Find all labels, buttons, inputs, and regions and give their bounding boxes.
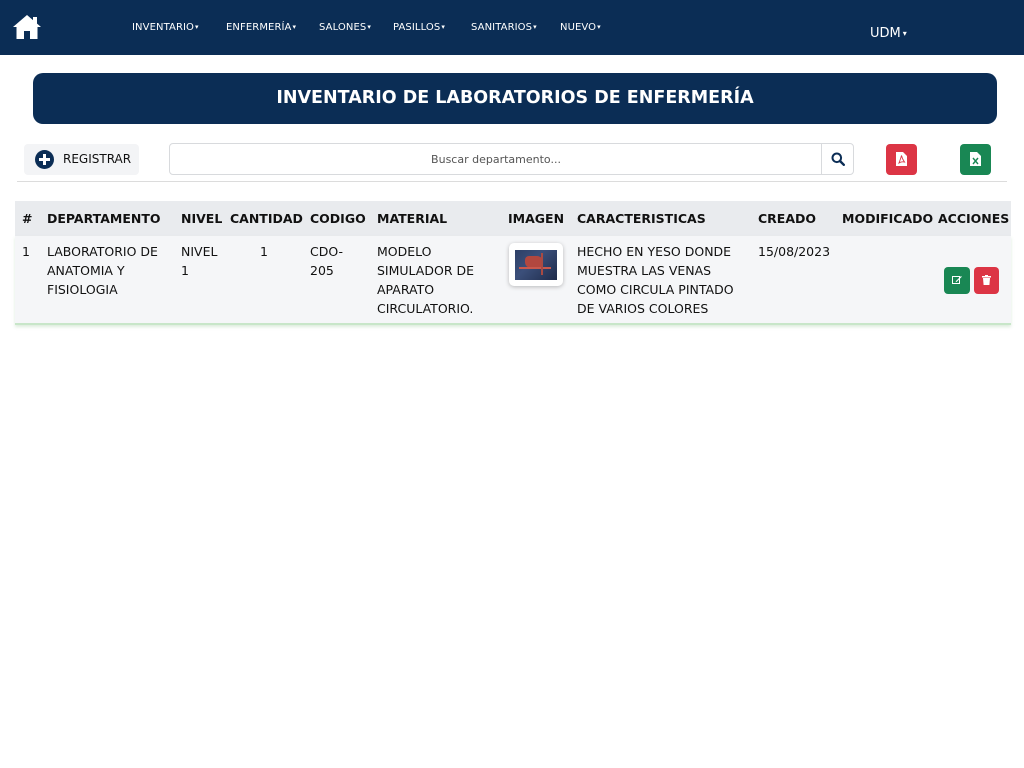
nav-item-sanitarios[interactable]: SANITARIOS▾ xyxy=(471,22,537,33)
search-input[interactable] xyxy=(170,144,822,174)
search-icon xyxy=(831,152,845,166)
column-header-caracteristicas: CARACTERISTICAS xyxy=(577,211,706,226)
toolbar-divider xyxy=(17,181,1007,182)
home-icon[interactable] xyxy=(12,13,42,41)
nav-item-enfermeria[interactable]: ENFERMERÍA▾ xyxy=(226,22,296,33)
cell-cantidad: 1 xyxy=(260,244,268,259)
caret-down-icon: ▾ xyxy=(597,23,601,31)
column-header-index: # xyxy=(22,211,33,226)
nav-item-inventario[interactable]: INVENTARIO▾ xyxy=(132,22,199,33)
page-title-banner: INVENTARIO DE LABORATORIOS DE ENFERMERÍA xyxy=(33,73,997,124)
column-header-imagen: IMAGEN xyxy=(508,211,565,226)
file-excel-icon xyxy=(970,152,981,166)
column-header-departamento: DEPARTAMENTO xyxy=(47,211,161,226)
file-pdf-icon xyxy=(896,152,907,166)
search-box xyxy=(169,143,854,175)
item-image-thumbnail[interactable] xyxy=(509,243,563,286)
caret-down-icon: ▾ xyxy=(195,23,199,31)
table-header: # DEPARTAMENTO NIVEL CANTIDAD CODIGO MAT… xyxy=(15,201,1011,236)
top-navbar: INVENTARIO▾ ENFERMERÍA▾ SALONES▾ PASILLO… xyxy=(0,0,1024,55)
caret-down-icon: ▾ xyxy=(533,23,537,31)
caret-down-icon: ▾ xyxy=(292,23,297,31)
export-pdf-button[interactable] xyxy=(886,144,917,175)
page-title: INVENTARIO DE LABORATORIOS DE ENFERMERÍA xyxy=(276,88,754,108)
circulatory-model-image xyxy=(515,250,557,280)
column-header-cantidad: CANTIDAD xyxy=(230,211,303,226)
nav-item-pasillos[interactable]: PASILLOS▾ xyxy=(393,22,445,33)
cell-material: MODELO SIMULADOR DE APARATO CIRCULATORIO… xyxy=(377,244,475,316)
edit-button[interactable] xyxy=(944,267,970,294)
caret-down-icon: ▾ xyxy=(367,23,371,31)
export-excel-button[interactable] xyxy=(960,144,991,175)
search-button[interactable] xyxy=(821,144,853,174)
delete-button[interactable] xyxy=(974,267,999,294)
caret-down-icon: ▾ xyxy=(441,23,445,31)
column-header-codigo: CODIGO xyxy=(310,211,366,226)
column-header-nivel: NIVEL xyxy=(181,211,223,226)
register-button[interactable]: REGISTRAR xyxy=(24,144,139,175)
user-menu[interactable]: UDM ▾ xyxy=(870,26,907,41)
plus-circle-icon xyxy=(35,150,54,169)
cell-nivel: NIVEL 1 xyxy=(181,244,218,278)
cell-caracteristicas: HECHO EN YESO DONDE MUESTRA LAS VENAS CO… xyxy=(577,244,734,316)
caret-down-icon: ▾ xyxy=(902,29,907,38)
nav-item-nuevo[interactable]: NUEVO▾ xyxy=(560,22,601,33)
edit-icon xyxy=(952,276,962,284)
trash-icon xyxy=(982,275,991,285)
column-header-creado: CREADO xyxy=(758,211,817,226)
column-header-modificado: MODIFICADO xyxy=(842,211,934,226)
register-button-label: REGISTRAR xyxy=(63,152,132,166)
nav-item-salones[interactable]: SALONES▾ xyxy=(319,22,371,33)
cell-creado: 15/08/2023 xyxy=(758,244,831,259)
column-header-acciones: ACCIONES xyxy=(938,211,1010,226)
cell-codigo: CDO- 205 xyxy=(310,244,344,278)
column-header-material: MATERIAL xyxy=(377,211,448,226)
cell-departamento: LABORATORIO DE ANATOMIA Y FISIOLOGIA xyxy=(47,244,158,297)
cell-index: 1 xyxy=(22,244,30,259)
table-row: 1 LABORATORIO DE ANATOMIA Y FISIOLOGIA N… xyxy=(15,236,1011,325)
